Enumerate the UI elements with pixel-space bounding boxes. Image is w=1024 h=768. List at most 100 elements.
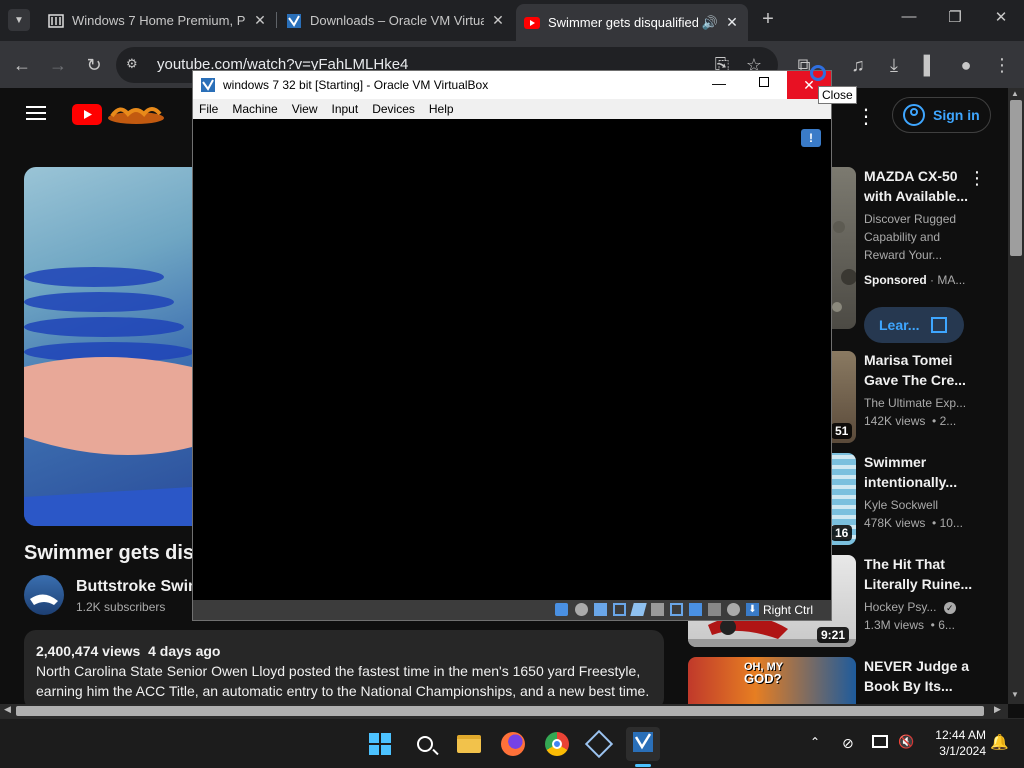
recommendation-channel[interactable]: Kyle Sockwell <box>864 496 938 514</box>
show-hidden-icons-chevron-up-icon[interactable]: ⌃ <box>810 735 820 749</box>
hamburger-menu-icon[interactable] <box>26 106 46 120</box>
clock-time: 12:44 AM <box>935 728 986 742</box>
vbox-menu-bar: File Machine View Input Devices Help <box>193 99 831 119</box>
firefox-icon <box>501 732 525 756</box>
scroll-down-arrow[interactable]: ▼ <box>1011 690 1019 699</box>
search-button[interactable] <box>408 727 442 761</box>
close-tab-icon[interactable]: ✕ <box>724 14 740 31</box>
tab-divider <box>276 12 277 28</box>
sign-in-label: Sign in <box>933 107 980 123</box>
optical-drive-icon[interactable] <box>575 603 588 616</box>
menu-file[interactable]: File <box>199 99 218 119</box>
menu-devices[interactable]: Devices <box>372 99 415 119</box>
menu-help[interactable]: Help <box>429 99 454 119</box>
menu-machine[interactable]: Machine <box>232 99 277 119</box>
vm-display[interactable]: ! <box>193 119 831 600</box>
virtualbox-icon <box>200 77 216 98</box>
menu-input[interactable]: Input <box>332 99 359 119</box>
sponsor-name: MA... <box>937 273 966 287</box>
reload-icon[interactable]: ↻ <box>82 53 106 77</box>
close-tab-icon[interactable]: ✕ <box>490 12 506 29</box>
vbox-status-bar: ⬇ Right Ctrl <box>193 600 831 620</box>
ad-learn-more-button[interactable]: Lear... <box>864 307 964 343</box>
vbox-title-bar[interactable]: windows 7 32 bit [Starting] - Oracle VM … <box>193 71 831 99</box>
mouse-integration-icon[interactable] <box>727 603 740 616</box>
close-tab-icon[interactable]: ✕ <box>252 12 268 29</box>
audio-icon[interactable] <box>594 603 607 616</box>
network-disconnected-icon[interactable]: ⊘ <box>842 735 854 752</box>
notification-icon[interactable]: ! <box>801 129 821 147</box>
video-player[interactable] <box>24 167 192 526</box>
scroll-right-arrow[interactable]: ▶ <box>994 704 1001 715</box>
ad-more-options-icon[interactable]: ⋮ <box>968 168 986 189</box>
channel-name[interactable]: Buttstroke Swim <box>76 578 192 596</box>
speaker-icon[interactable]: 🔊 <box>702 15 718 31</box>
cpu-icon[interactable] <box>708 603 721 616</box>
notification-bell-icon[interactable]: 🔔 <box>990 733 1009 751</box>
media-control-icon[interactable]: ♫ <box>846 53 870 77</box>
profile-icon[interactable]: ● <box>954 53 978 77</box>
new-tab-button[interactable]: + <box>756 8 780 32</box>
display-icon[interactable] <box>670 603 683 616</box>
recommendation-channel[interactable]: Hockey Psy... ✓ <box>864 598 956 616</box>
volume-muted-icon[interactable]: 🔇 <box>898 734 914 750</box>
menu-view[interactable]: View <box>292 99 318 119</box>
virtualbox-manager-button[interactable] <box>582 727 616 761</box>
horizontal-scrollbar-thumb[interactable] <box>16 706 984 716</box>
vbox-maximize-icon[interactable] <box>759 77 769 87</box>
recommendation-title[interactable]: NEVER Judge a Book By Its... <box>864 656 974 696</box>
ad-sponsor-line: Sponsored · MA... <box>864 273 966 287</box>
taskbar: ⌃ ⊘ 🔇 12:44 AM 3/1/2024 🔔 <box>0 718 1024 768</box>
usb-icon[interactable] <box>630 603 647 616</box>
capture-icon[interactable] <box>689 603 702 616</box>
browser-tab[interactable]: Downloads – Oracle VM Virtual ✕ <box>278 6 514 35</box>
clock[interactable]: 12:44 AM 3/1/2024 <box>926 727 986 759</box>
display-settings-icon[interactable] <box>872 735 888 748</box>
minimize-icon[interactable]: — <box>886 8 932 25</box>
ad-cta-label: Lear... <box>879 317 920 333</box>
ad-thumbnail[interactable] <box>831 167 856 329</box>
chrome-button[interactable] <box>540 727 574 761</box>
recommendation-title[interactable]: Swimmer intentionally... <box>864 452 974 492</box>
firefox-button[interactable] <box>496 727 530 761</box>
description-box[interactable]: 2,400,474 views 4 days ago North Carolin… <box>24 630 664 704</box>
keyboard-capture-icon[interactable]: ⬇ <box>746 603 759 616</box>
browser-tab[interactable]: Windows 7 Home Premium, Pr ✕ <box>40 6 276 35</box>
restore-icon[interactable]: ❐ <box>932 8 978 26</box>
virtualbox-window: windows 7 32 bit [Starting] - Oracle VM … <box>192 70 832 621</box>
ad-title[interactable]: MAZDA CX-50 with Available... <box>864 166 968 206</box>
browser-tab-active[interactable]: Swimmer gets disqualified 🔊 ✕ <box>516 4 748 41</box>
network-icon[interactable] <box>613 603 626 616</box>
shared-folders-icon[interactable] <box>651 603 664 616</box>
site-settings-icon[interactable]: ⚙ <box>126 56 146 74</box>
start-button[interactable] <box>363 727 397 761</box>
youtube-icon <box>524 15 540 31</box>
scroll-up-arrow[interactable]: ▲ <box>1011 89 1019 98</box>
file-explorer-button[interactable] <box>452 727 486 761</box>
recommendation-title[interactable]: The Hit That Literally Ruine... <box>864 554 974 594</box>
chrome-menu-icon[interactable]: ⋮ <box>990 53 1014 77</box>
back-icon[interactable]: ← <box>10 53 34 77</box>
download-icon[interactable]: ⤓ <box>882 53 906 77</box>
description-line: North Carolina State Senior Owen Lloyd p… <box>36 663 641 679</box>
recommendation-channel[interactable]: The Ultimate Exp... <box>864 394 966 412</box>
account-icon <box>903 104 925 126</box>
browser-tab-strip: ▼ Windows 7 Home Premium, Pr ✕ Downloads… <box>0 0 1024 41</box>
more-options-icon[interactable]: ⋮ <box>856 104 876 129</box>
tab-search-button[interactable]: ▼ <box>8 9 30 31</box>
recommendation-title[interactable]: Marisa Tomei Gave The Cre... <box>864 350 974 390</box>
channel-avatar[interactable] <box>24 575 64 615</box>
vbox-minimize-icon[interactable]: — <box>699 75 739 91</box>
sign-in-button[interactable]: Sign in <box>892 97 991 133</box>
tab-title: Swimmer gets disqualified <box>548 15 698 30</box>
video-duration: 9:21 <box>817 627 850 643</box>
close-window-icon[interactable]: ✕ <box>978 8 1024 26</box>
recommendation-thumbnail[interactable]: OH, MY GOD? <box>688 657 856 704</box>
youtube-logo[interactable] <box>72 104 102 130</box>
side-panel-icon[interactable]: ▌ <box>918 53 942 77</box>
forward-icon[interactable]: → <box>46 53 70 77</box>
vm-window-button[interactable] <box>626 727 660 761</box>
vertical-scrollbar-thumb[interactable] <box>1010 100 1022 256</box>
scroll-left-arrow[interactable]: ◀ <box>4 704 11 715</box>
hard-disk-icon[interactable] <box>555 603 568 616</box>
